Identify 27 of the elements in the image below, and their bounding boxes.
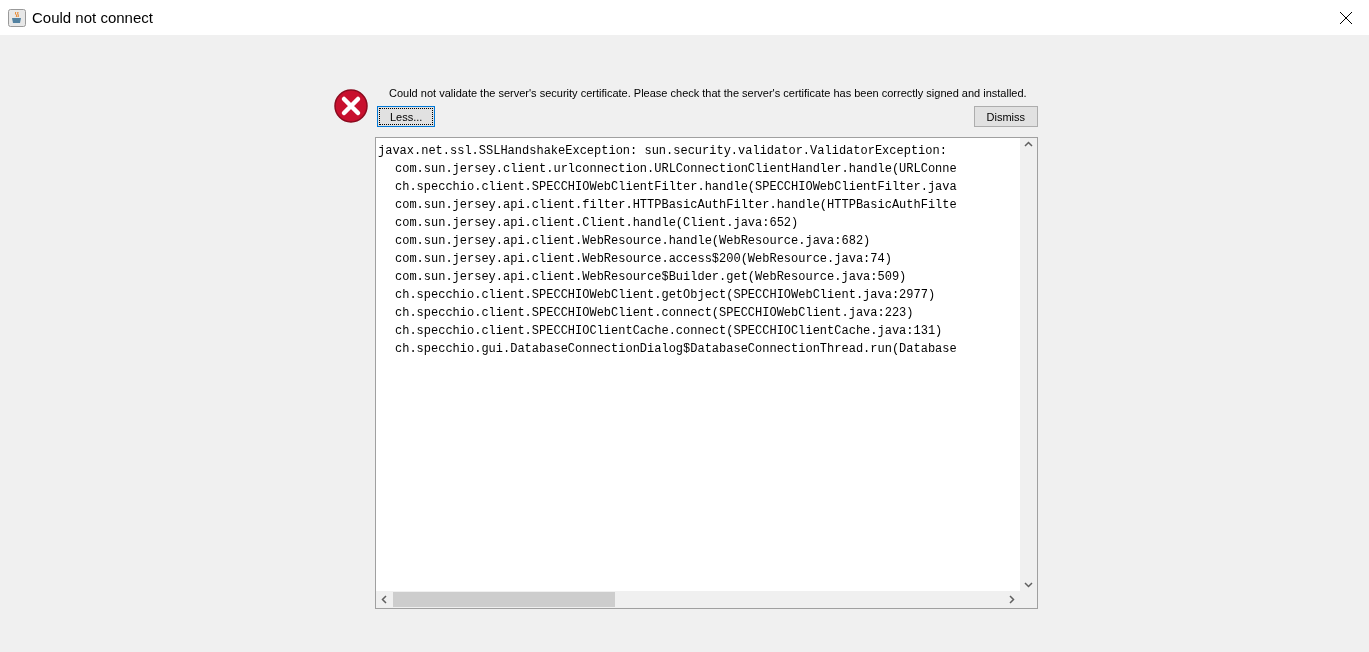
stack-trace-line: javax.net.ssl.SSLHandshakeException: sun.security.validator.ValidatorException: bbox=[378, 143, 948, 160]
stack-trace-line: ch.specchio.client.SPECCHIOWebClientFilter.handle(SPECCHIOWebClientFilter.java bbox=[394, 179, 958, 196]
horizontal-scrollbar[interactable] bbox=[376, 591, 1020, 608]
stack-trace-line: ch.specchio.client.SPECCHIOClientCache.connect(SPECCHIOClientCache.java:131) bbox=[394, 323, 944, 340]
less-button[interactable]: Less... bbox=[377, 106, 436, 127]
vertical-scrollbar[interactable] bbox=[1020, 138, 1037, 591]
right-chevron-icon[interactable] bbox=[1007, 595, 1016, 604]
stack-trace-line: com.sun.jersey.api.client.WebResource.access$200(WebResource.java:74) bbox=[394, 251, 893, 268]
stack-trace-line: com.sun.jersey.client.urlconnection.URLConnectionClientHandler.handle(URLConne bbox=[394, 161, 958, 178]
down-chevron-icon[interactable] bbox=[1024, 580, 1033, 589]
close-icon[interactable] bbox=[1339, 10, 1353, 25]
stack-trace-line: ch.specchio.client.SPECCHIOWebClient.getObject(SPECCHIOWebClient.java:2977) bbox=[394, 287, 937, 304]
scrollbar-thumb[interactable] bbox=[393, 592, 615, 607]
stack-trace-line: com.sun.jersey.api.client.WebResource.handle(WebResource.java:682) bbox=[394, 233, 872, 250]
stack-trace-line: ch.specchio.client.SPECCHIOWebClient.connect(SPECCHIOWebClient.java:223) bbox=[394, 305, 915, 322]
dismiss-button[interactable]: Dismiss bbox=[973, 106, 1038, 127]
stack-trace-line: com.sun.jersey.api.client.Client.handle(Client.java:652) bbox=[394, 215, 800, 232]
error-icon bbox=[333, 88, 369, 124]
window-title: Could not connect bbox=[32, 9, 153, 26]
up-chevron-icon[interactable] bbox=[1024, 140, 1033, 149]
stack-trace-line: ch.specchio.gui.DatabaseConnectionDialog$DatabaseConnectionThread.run(Database bbox=[394, 341, 958, 358]
stack-trace-area[interactable] bbox=[375, 137, 1038, 609]
left-chevron-icon[interactable] bbox=[380, 595, 389, 604]
error-message: Could not validate the server's security certificate. Please check that the server's certificate has been correctly signed and installed. bbox=[389, 87, 1028, 101]
stack-trace-line: com.sun.jersey.api.client.WebResource$Builder.get(WebResource.java:509) bbox=[394, 269, 908, 286]
java-cup-icon bbox=[8, 8, 26, 27]
stack-trace-line: com.sun.jersey.api.client.filter.HTTPBasicAuthFilter.handle(HTTPBasicAuthFilte bbox=[394, 197, 958, 214]
